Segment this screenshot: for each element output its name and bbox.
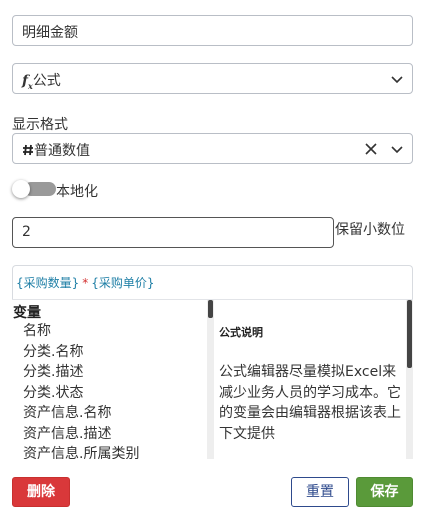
help-scrollbar[interactable]	[406, 300, 413, 459]
delete-button[interactable]: 删除	[12, 477, 70, 507]
hash-icon	[23, 144, 33, 156]
field-name-input[interactable]: 明细金额	[12, 15, 413, 46]
variables-list: 名称 分类.名称 分类.描述 分类.状态 资产信息.名称 资产信息.描述 资产信…	[23, 321, 139, 459]
variables-scrollbar[interactable]	[207, 300, 214, 459]
formula-expression: {采购数量} * {采购单价}	[16, 274, 155, 291]
scrollbar-thumb[interactable]	[407, 300, 412, 368]
help-panel: 公式说明 公式编辑器尽量模拟Excel来减少业务人员的学习成本。它的变量会由编辑…	[214, 299, 413, 459]
toggle-knob	[12, 180, 30, 198]
variables-panel: 变量 名称 分类.名称 分类.描述 分类.状态 资产信息.名称 资产信息.描述 …	[12, 299, 214, 459]
field-type-select[interactable]: fx公式	[12, 63, 413, 94]
variable-item[interactable]: 分类.描述	[23, 362, 139, 383]
format-section-label: 显示格式	[12, 117, 68, 133]
formula-token[interactable]: {采购单价}	[91, 276, 154, 290]
variable-item[interactable]: 名称	[23, 321, 139, 342]
chevron-down-icon[interactable]	[390, 142, 404, 156]
help-title: 公式说明	[219, 326, 263, 339]
localize-label: 本地化	[56, 184, 98, 200]
chevron-down-icon	[391, 76, 403, 84]
formula-editor[interactable]: {采购数量} * {采购单价}	[12, 265, 413, 299]
help-text: 公式编辑器尽量模拟Excel来减少业务人员的学习成本。它的变量会由编辑器根据该表…	[219, 364, 401, 442]
formula-operator: *	[82, 276, 89, 290]
variables-heading: 变量	[13, 305, 41, 321]
reset-button[interactable]: 重置	[291, 477, 349, 507]
field-type-label: 公式	[32, 73, 61, 89]
variable-item[interactable]: 分类.名称	[23, 342, 139, 363]
field-name-value: 明细金额	[22, 25, 78, 41]
variable-item[interactable]: 资产信息.名称	[23, 403, 139, 424]
decimal-places-input[interactable]: 2	[12, 217, 334, 248]
format-select[interactable]: 普通数值	[12, 133, 413, 164]
save-button[interactable]: 保存	[356, 477, 413, 507]
variable-item[interactable]: 分类.状态	[23, 383, 139, 404]
fx-icon: fx	[22, 73, 33, 91]
scrollbar-thumb[interactable]	[208, 300, 213, 318]
decimal-places-label: 保留小数位	[335, 222, 405, 238]
format-selected-label: 普通数值	[34, 143, 90, 159]
localize-toggle[interactable]	[12, 180, 56, 198]
decimal-places-value: 2	[22, 224, 31, 240]
variable-item[interactable]: 资产信息.描述	[23, 424, 139, 445]
variable-item[interactable]: 资产信息.所属类别	[23, 444, 139, 459]
formula-token[interactable]: {采购数量}	[16, 276, 79, 290]
clear-icon[interactable]	[364, 142, 378, 156]
